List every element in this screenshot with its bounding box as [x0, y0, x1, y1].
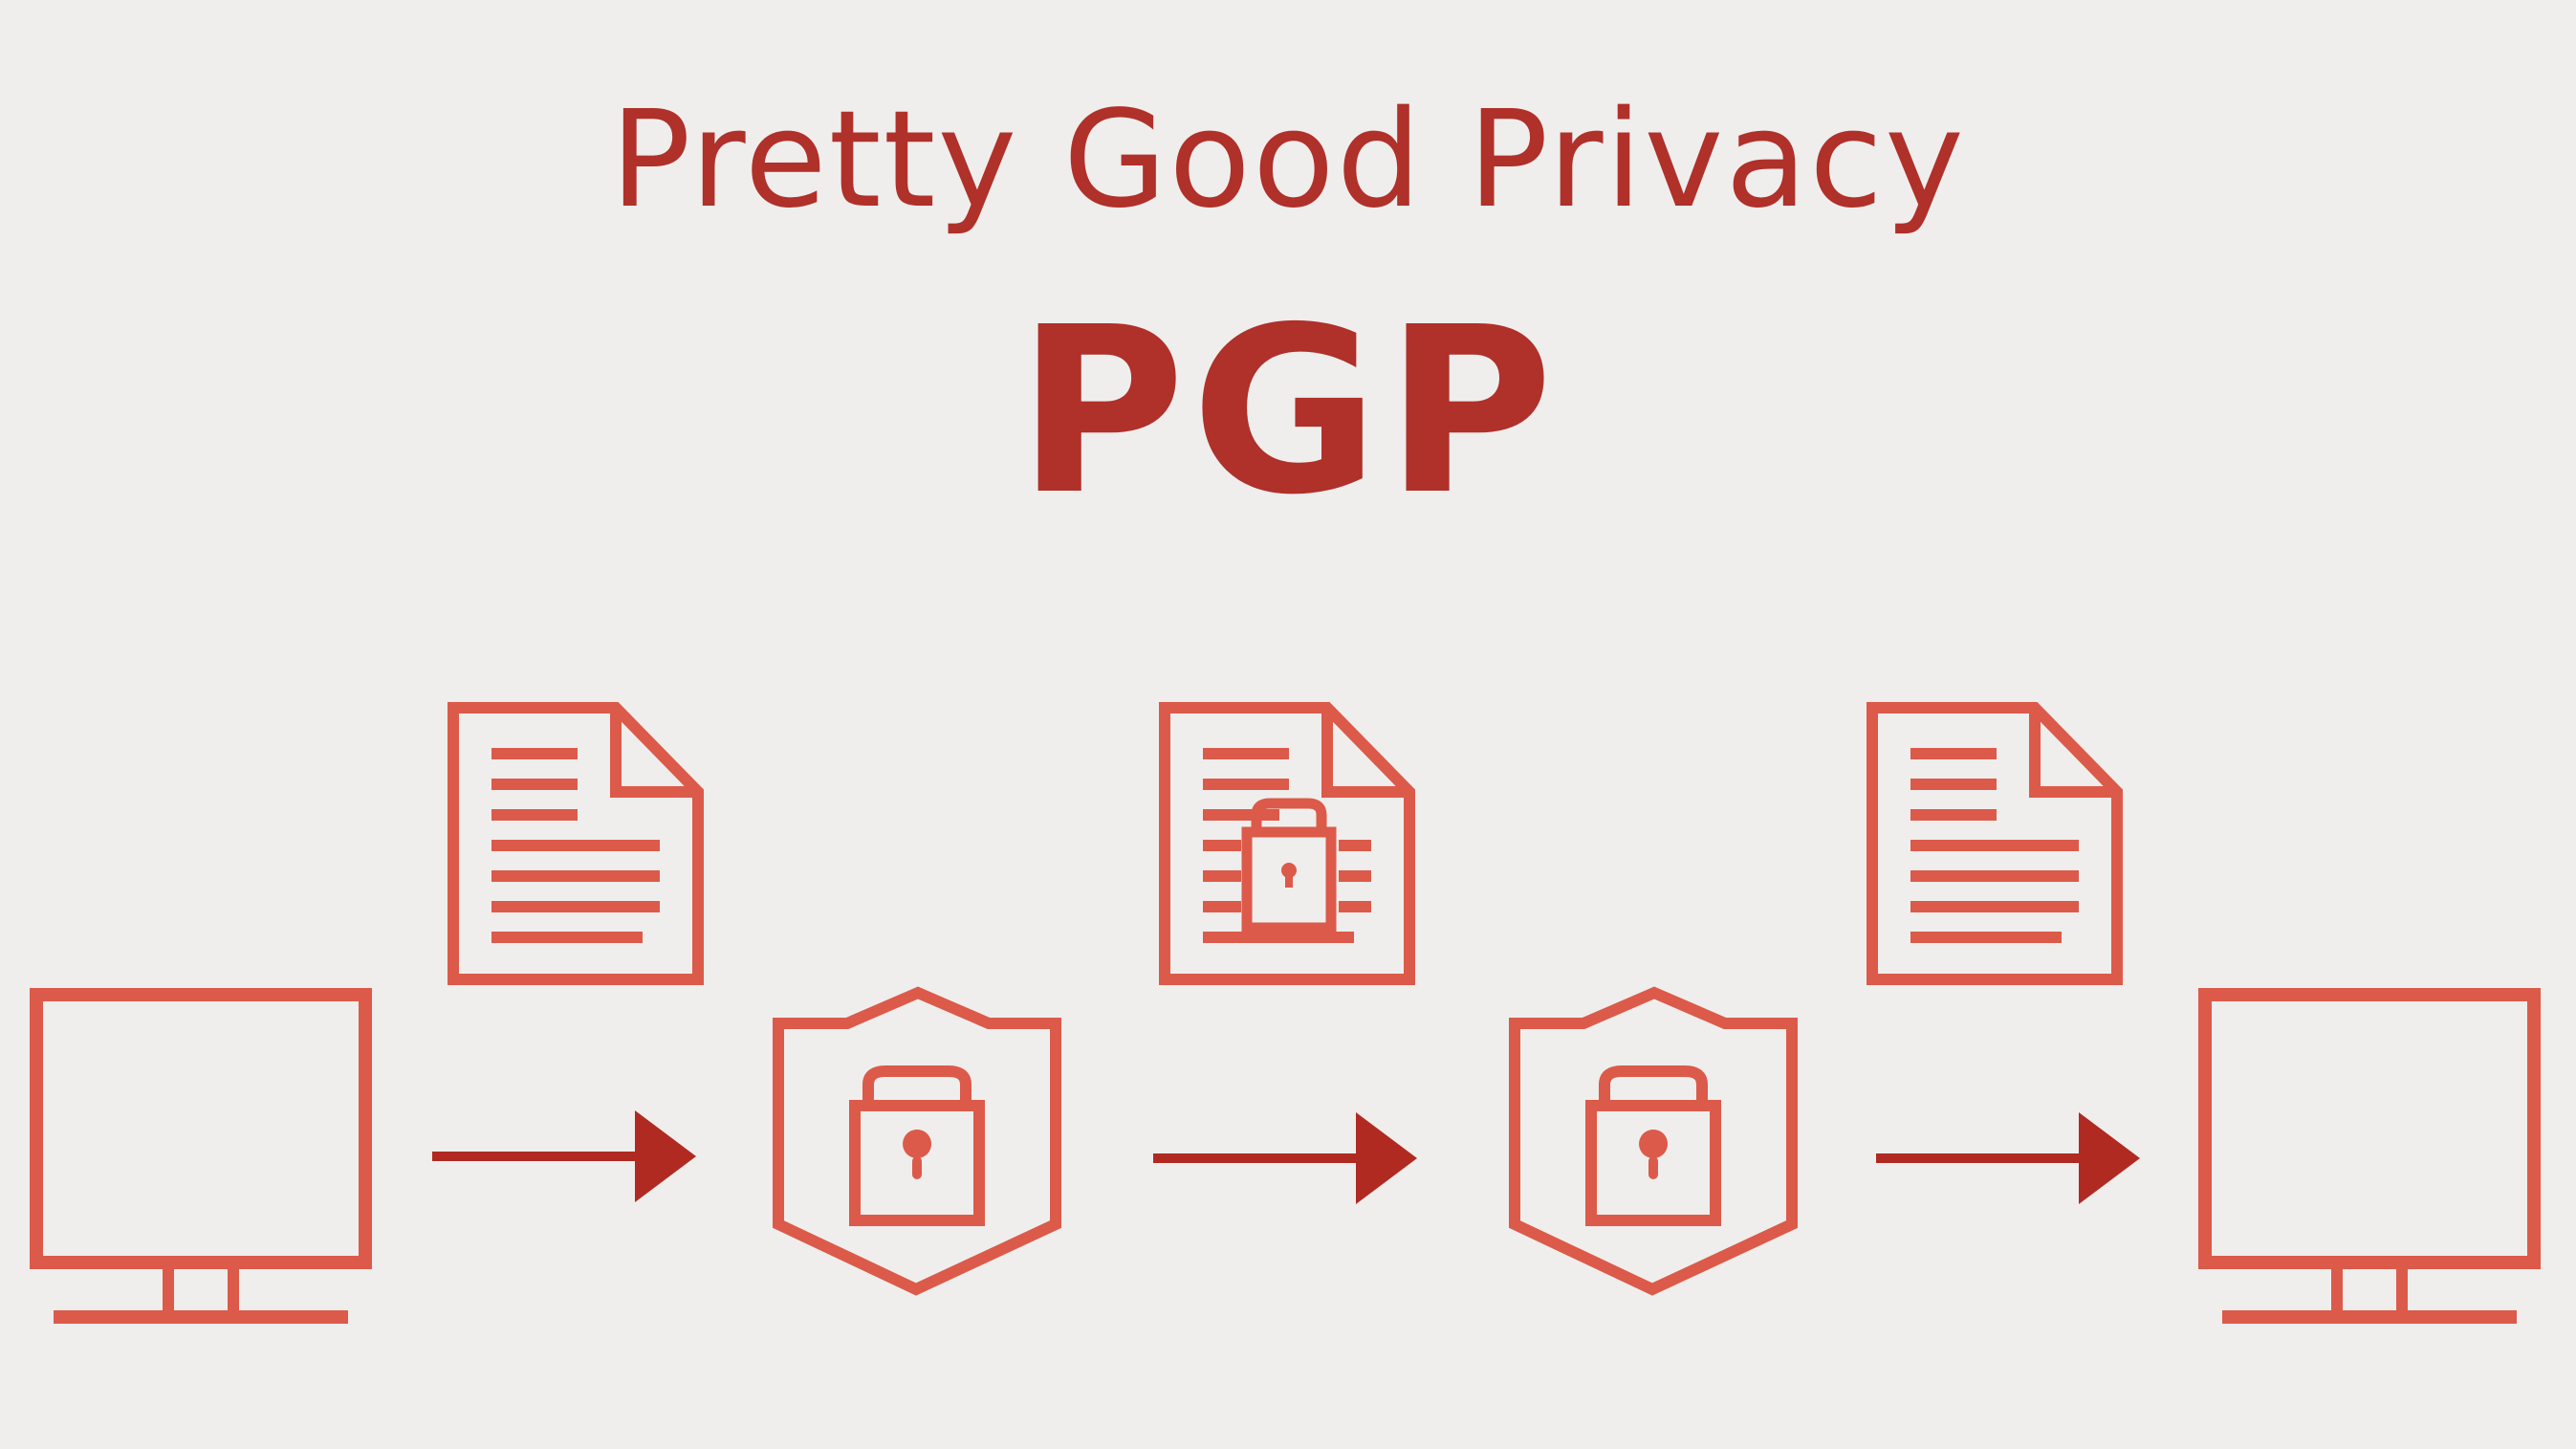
computer-icon: [36, 995, 365, 1324]
lock-icon: [1241, 798, 1337, 933]
computer-icon: [2205, 995, 2534, 1324]
arrow-icon: [1153, 1112, 1417, 1204]
document-icon: [1872, 708, 2117, 979]
arrow-icon: [1876, 1112, 2140, 1204]
flow-diagram: [0, 0, 2576, 1449]
shield-lock-icon: [1515, 993, 1792, 1289]
arrow-icon: [432, 1110, 696, 1202]
encrypted-document-icon: [1165, 708, 1409, 979]
document-icon: [453, 708, 698, 979]
shield-lock-icon: [778, 993, 1056, 1289]
pgp-diagram: Pretty Good Privacy PGP: [0, 0, 2576, 1449]
